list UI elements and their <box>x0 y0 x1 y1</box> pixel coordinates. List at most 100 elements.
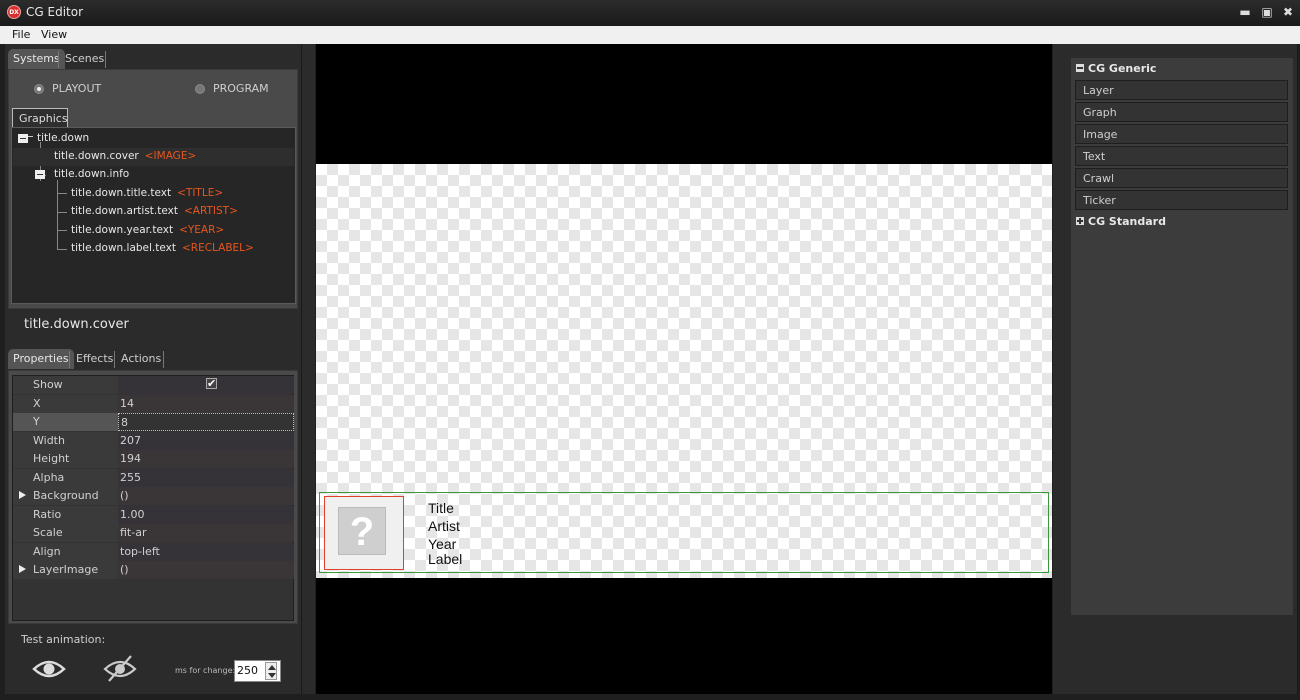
tool-text[interactable]: Text <box>1075 146 1288 166</box>
test-animation-label: Test animation: <box>21 633 106 646</box>
tab-properties[interactable]: Properties <box>8 349 74 369</box>
expand-arrow-icon[interactable] <box>19 491 26 499</box>
tree-item-label: title.down.label.text <RECLABEL> <box>71 242 254 254</box>
property-value[interactable]: 8 <box>118 413 294 431</box>
eye-icon <box>32 660 66 678</box>
preview-label-text[interactable]: Label <box>428 551 462 567</box>
maximize-button[interactable]: ▣ <box>1260 5 1274 19</box>
show-checkbox[interactable]: ✔ <box>206 378 217 389</box>
property-grid: Show ✔ X 14 Y 8 Width 207 Height 194 Alp… <box>12 375 294 621</box>
spin-down-icon[interactable] <box>268 673 276 678</box>
tree-item[interactable]: title.down.title.text <TITLE> <box>13 185 294 203</box>
panel-splitter[interactable] <box>301 44 315 694</box>
show-animation-button[interactable] <box>32 654 66 684</box>
tab-scenes[interactable]: Scenes <box>60 49 109 69</box>
tab-graphics[interactable]: Graphics <box>12 108 68 127</box>
property-value[interactable]: () <box>118 561 294 579</box>
tree-item-label: title.down.cover <IMAGE> <box>54 150 196 162</box>
property-name: Y <box>13 413 118 431</box>
tree-item-tag: <YEAR> <box>179 224 225 236</box>
minimize-button[interactable]: ▬ <box>1238 5 1252 19</box>
graphics-tree: title.down title.down.cover <IMAGE> title… <box>11 127 296 304</box>
property-row-x[interactable]: X 14 <box>13 394 294 413</box>
property-name: Ratio <box>13 505 118 524</box>
ms-for-change-label: ms for change: <box>175 666 236 675</box>
tree-item[interactable]: title.down.label.text <RECLABEL> <box>13 240 294 258</box>
program-radio[interactable] <box>195 84 205 94</box>
property-value[interactable]: 194 <box>118 450 294 468</box>
expand-arrow-icon[interactable] <box>19 565 26 573</box>
tree-item[interactable]: title.down.year.text <YEAR> <box>13 222 294 240</box>
property-value[interactable]: top-left <box>118 542 294 561</box>
menu-file[interactable]: File <box>12 28 30 41</box>
group-cg-generic[interactable]: CG Generic <box>1076 62 1156 75</box>
tool-layer[interactable]: Layer <box>1075 80 1288 100</box>
hide-animation-button[interactable] <box>103 654 137 684</box>
property-value[interactable]: 207 <box>118 431 294 450</box>
preview-title-text[interactable]: Title <box>428 500 454 516</box>
tree-item[interactable]: title.down.artist.text <ARTIST> <box>13 203 294 221</box>
ms-spinner[interactable] <box>265 662 277 680</box>
property-value: ✔ <box>118 376 294 394</box>
property-row-show[interactable]: Show ✔ <box>13 376 294 394</box>
tree-connector <box>28 136 33 137</box>
property-value[interactable]: () <box>118 487 294 505</box>
property-value[interactable]: 255 <box>118 468 294 487</box>
collapse-icon[interactable] <box>35 170 45 179</box>
app-logo-icon: DX <box>7 5 21 19</box>
preview-year-text[interactable]: Year <box>428 536 456 552</box>
close-button[interactable]: ✖ <box>1281 5 1295 19</box>
title-bar: DX CG Editor ▬ ▣ ✖ <box>0 0 1300 26</box>
property-row-y[interactable]: Y 8 <box>13 413 294 431</box>
tree-item-label: title.down.info <box>54 168 130 180</box>
property-name: Align <box>13 542 118 561</box>
tool-crawl[interactable]: Crawl <box>1075 168 1288 188</box>
preview-artist-text[interactable]: Artist <box>428 518 460 534</box>
tool-graph[interactable]: Graph <box>1075 102 1288 122</box>
playout-radio[interactable] <box>34 84 44 94</box>
tree-item-name: title.down.cover <box>54 150 139 162</box>
collapse-icon[interactable] <box>18 134 28 143</box>
tree-item[interactable]: title.down.cover <IMAGE> <box>13 148 294 166</box>
property-row-height[interactable]: Height 194 <box>13 450 294 468</box>
tree-item-tag: <ARTIST> <box>183 205 238 217</box>
property-row-scale[interactable]: Scale fit-ar <box>13 524 294 542</box>
program-label[interactable]: PROGRAM <box>213 82 269 95</box>
tool-ticker[interactable]: Ticker <box>1075 190 1288 210</box>
playout-label[interactable]: PLAYOUT <box>52 82 101 95</box>
tab-systems[interactable]: Systems <box>8 49 65 69</box>
property-row-align[interactable]: Align top-left <box>13 542 294 561</box>
property-row-background[interactable]: Background () <box>13 487 294 505</box>
expand-icon[interactable] <box>1076 217 1084 225</box>
property-name: Alpha <box>13 468 118 487</box>
property-value[interactable]: 14 <box>118 394 294 413</box>
tree-item[interactable]: title.down <box>13 130 294 148</box>
property-name: LayerImage <box>13 561 118 579</box>
tab-separator <box>58 51 59 68</box>
property-row-ratio[interactable]: Ratio 1.00 <box>13 505 294 524</box>
property-row-layerimage[interactable]: LayerImage () <box>13 561 294 579</box>
eye-slash-icon <box>103 655 137 682</box>
property-name: Scale <box>13 524 118 542</box>
property-value[interactable]: 1.00 <box>118 505 294 524</box>
tool-image[interactable]: Image <box>1075 124 1288 144</box>
property-row-alpha[interactable]: Alpha 255 <box>13 468 294 487</box>
property-name: Width <box>13 431 118 450</box>
selected-item-title: title.down.cover <box>24 317 129 332</box>
tab-effects[interactable]: Effects <box>71 349 118 369</box>
menu-bar: File View <box>0 26 1300 44</box>
tab-actions[interactable]: Actions <box>116 349 166 369</box>
property-row-width[interactable]: Width 207 <box>13 431 294 450</box>
tab-separator <box>163 351 164 368</box>
tree-item-name: title.down.year.text <box>71 224 174 236</box>
property-value[interactable]: fit-ar <box>118 524 294 542</box>
tree-item-name: title.down.label.text <box>71 242 176 254</box>
tab-separator <box>69 351 70 368</box>
tree-item-tag: <IMAGE> <box>144 150 197 162</box>
tab-separator <box>114 351 115 368</box>
tree-item[interactable]: title.down.info <box>13 166 294 184</box>
spin-up-icon[interactable] <box>268 665 276 670</box>
collapse-icon[interactable] <box>1076 64 1084 72</box>
menu-view[interactable]: View <box>41 28 67 41</box>
group-cg-standard[interactable]: CG Standard <box>1076 215 1166 228</box>
